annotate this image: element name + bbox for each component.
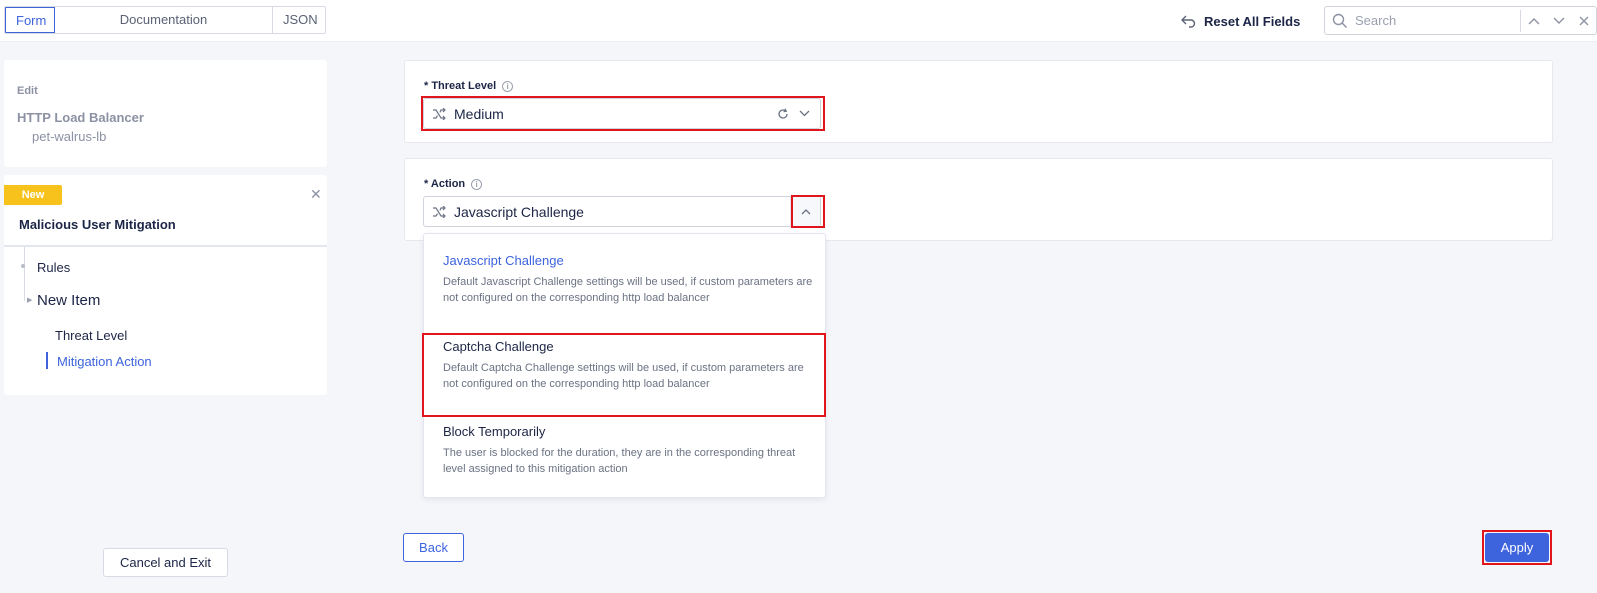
object-type: HTTP Load Balancer — [17, 110, 144, 125]
highlight-box — [422, 333, 826, 417]
nav-item-rules[interactable]: Rules — [37, 260, 70, 275]
search-prev-button[interactable] — [1521, 7, 1546, 34]
highlight-box — [421, 96, 825, 131]
object-name: pet-walrus-lb — [32, 129, 107, 144]
chevron-down-icon — [1553, 17, 1564, 24]
action-label-text: * Action — [424, 178, 466, 190]
divider — [4, 245, 327, 247]
option-title: Block Temporarily — [443, 424, 546, 439]
tab-form[interactable]: Form — [5, 7, 55, 33]
action-select[interactable]: Javascript Challenge — [423, 196, 821, 227]
section-title: Malicious User Mitigation — [19, 217, 176, 232]
search-close-button[interactable] — [1571, 7, 1596, 34]
option-description: The user is blocked for the duration, th… — [443, 447, 796, 475]
close-section-icon[interactable]: ✕ — [310, 186, 322, 203]
shuffle-icon — [424, 205, 454, 218]
tab-json[interactable]: JSON — [273, 7, 325, 33]
tree-line — [24, 247, 25, 301]
option-description: Default Javascript Challenge settings wi… — [443, 276, 813, 304]
info-icon[interactable]: i — [471, 178, 483, 190]
highlight-box — [1482, 530, 1552, 565]
option-title: Javascript Challenge — [443, 253, 564, 268]
edit-label: Edit — [17, 85, 38, 97]
section-nav-card — [4, 175, 327, 395]
tree-arrow-icon: ▶ — [27, 297, 33, 304]
active-indicator — [46, 352, 48, 369]
reset-all-fields-button[interactable]: Reset All Fields — [1180, 12, 1300, 30]
reset-label: Reset All Fields — [1204, 13, 1301, 29]
nav-item-mitigation-action[interactable]: Mitigation Action — [57, 354, 152, 369]
view-tabs: Form Documentation JSON — [4, 6, 326, 34]
close-icon — [1579, 16, 1588, 25]
chevron-up-icon — [1528, 17, 1539, 24]
new-badge: New — [4, 185, 62, 205]
info-icon[interactable]: i — [502, 80, 514, 92]
search-box: Search — [1324, 6, 1597, 35]
search-icon — [1325, 13, 1355, 29]
nav-item-new-item[interactable]: New Item — [37, 292, 100, 309]
action-value: Javascript Challenge — [454, 203, 584, 220]
threat-level-label: * Threat Level i — [424, 80, 514, 92]
action-label: * Action i — [424, 178, 483, 190]
search-input[interactable]: Search — [1355, 13, 1520, 28]
undo-arrow-icon — [1181, 15, 1196, 28]
tab-documentation[interactable]: Documentation — [55, 7, 273, 33]
highlight-box — [791, 195, 825, 228]
option-block-temporarily[interactable]: Block Temporarily The user is blocked fo… — [443, 424, 813, 477]
tree-node-icon — [21, 264, 25, 268]
cancel-and-exit-button[interactable]: Cancel and Exit — [103, 548, 228, 577]
search-next-button[interactable] — [1546, 7, 1571, 34]
back-button[interactable]: Back — [403, 533, 464, 562]
threat-level-label-text: * Threat Level — [424, 80, 497, 92]
nav-item-threat-level[interactable]: Threat Level — [55, 328, 127, 343]
option-javascript-challenge[interactable]: Javascript Challenge Default Javascript … — [443, 253, 813, 306]
